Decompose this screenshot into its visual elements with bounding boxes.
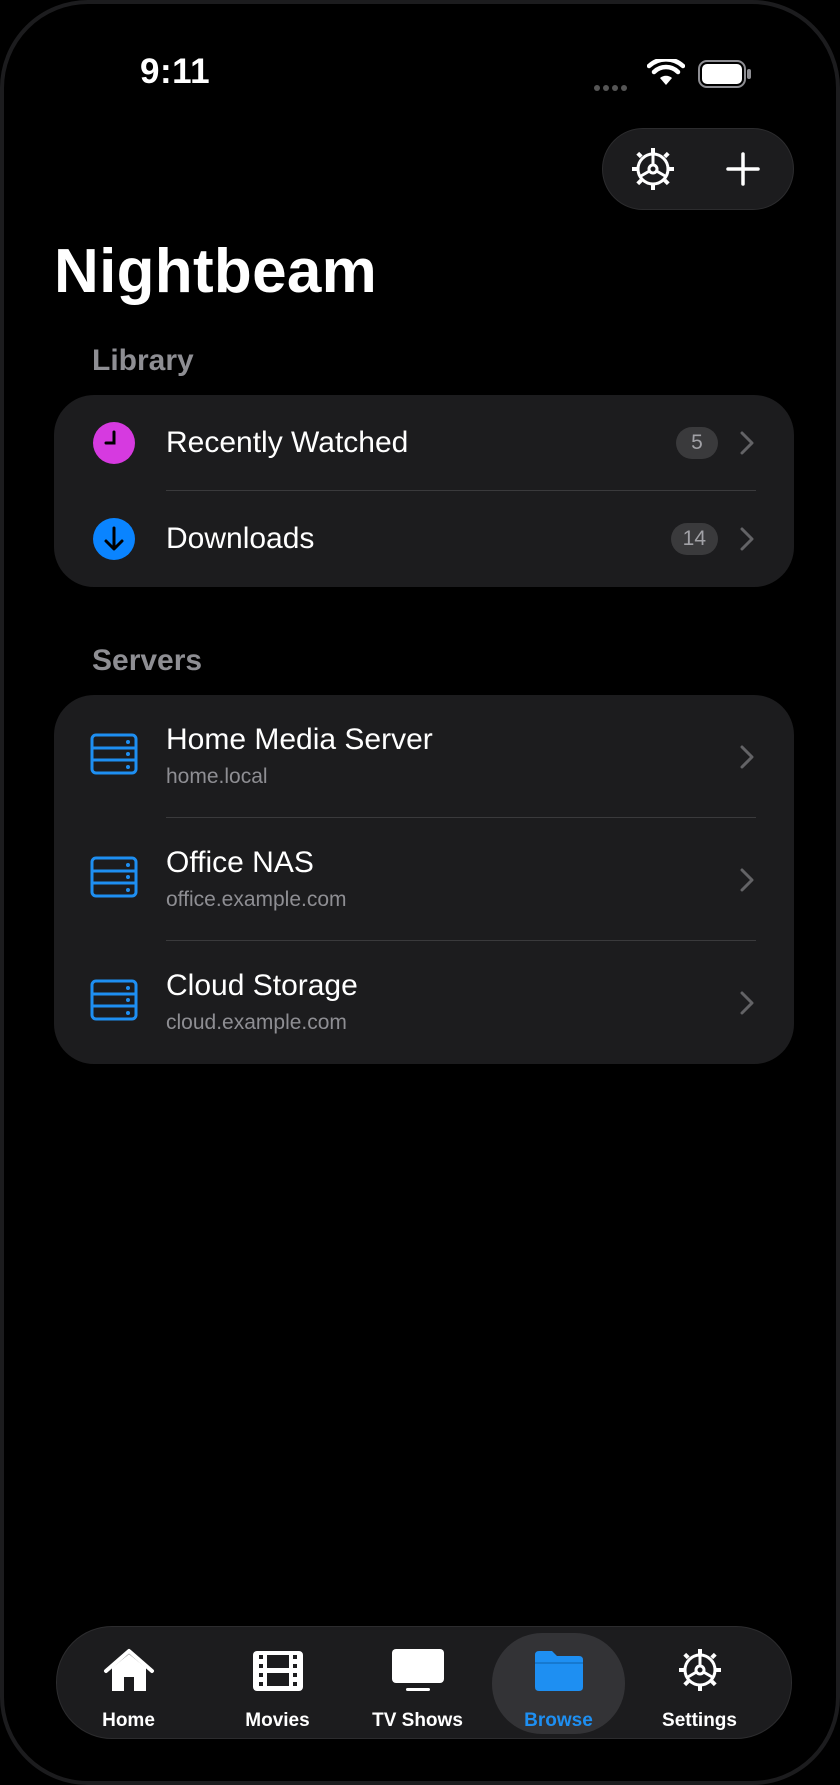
app-screen: 9:11 Nightbeam Library Recently Watched …: [0, 0, 840, 1785]
tab-label: Home: [102, 1710, 155, 1731]
gear-icon: [678, 1649, 721, 1691]
count-badge: 14: [670, 523, 718, 555]
status-bar: 9:11: [4, 4, 836, 134]
tab-bar: Home Movies TV Shows Browse Settings: [56, 1626, 792, 1739]
battery-icon: [698, 60, 751, 88]
server-host: home.local: [166, 765, 268, 788]
server-host: office.example.com: [166, 888, 347, 911]
chevron-right-icon: [740, 991, 754, 1015]
server-icon: [90, 856, 138, 898]
download-arrow-icon: [92, 517, 136, 561]
tab-browse[interactable]: Browse: [488, 1627, 629, 1740]
chevron-right-icon: [740, 745, 754, 769]
clock-icon: [92, 421, 136, 465]
library-card: Recently Watched 5 Downloads 14: [54, 395, 794, 587]
chevron-right-icon: [740, 431, 754, 455]
settings-button[interactable]: [629, 145, 677, 193]
tv-icon: [391, 1649, 444, 1691]
server-row-office-nas[interactable]: Office NAS office.example.com: [54, 818, 794, 941]
tab-movies[interactable]: Movies: [207, 1627, 348, 1740]
server-name: Office NAS: [166, 846, 314, 879]
tab-label: Browse: [524, 1710, 593, 1731]
library-item-recently-watched[interactable]: Recently Watched 5: [54, 395, 794, 491]
tab-home[interactable]: Home: [58, 1627, 199, 1740]
tab-label: Movies: [245, 1710, 310, 1731]
library-section-label: Library: [92, 344, 194, 377]
wifi-icon: [647, 59, 685, 85]
server-name: Cloud Storage: [166, 969, 358, 1002]
plus-icon: [726, 152, 760, 186]
folder-icon: [534, 1651, 583, 1691]
film-icon: [252, 1651, 303, 1691]
gear-icon: [632, 148, 674, 190]
server-icon: [90, 979, 138, 1021]
chevron-right-icon: [740, 527, 754, 551]
status-time: 9:11: [140, 52, 211, 91]
tab-label: TV Shows: [372, 1710, 463, 1731]
servers-card: Home Media Server home.local Office NAS …: [54, 695, 794, 1064]
library-item-downloads[interactable]: Downloads 14: [54, 491, 794, 587]
chevron-right-icon: [740, 868, 754, 892]
server-host: cloud.example.com: [166, 1011, 347, 1034]
cellular-dots-icon: [594, 78, 634, 91]
servers-section-label: Servers: [92, 644, 203, 677]
server-icon: [90, 733, 138, 775]
tab-tv-shows[interactable]: TV Shows: [347, 1627, 488, 1740]
count-badge: 5: [676, 427, 718, 459]
library-item-label: Recently Watched: [166, 426, 409, 459]
tab-settings[interactable]: Settings: [629, 1627, 770, 1740]
top-actions: [602, 128, 794, 210]
add-server-button[interactable]: [719, 145, 767, 193]
tab-label: Settings: [662, 1710, 737, 1731]
server-row-home-media-server[interactable]: Home Media Server home.local: [54, 695, 794, 818]
library-item-label: Downloads: [166, 522, 315, 555]
page-title: Nightbeam: [54, 237, 378, 306]
house-icon: [103, 1649, 154, 1691]
server-name: Home Media Server: [166, 723, 433, 756]
server-row-cloud-storage[interactable]: Cloud Storage cloud.example.com: [54, 941, 794, 1064]
